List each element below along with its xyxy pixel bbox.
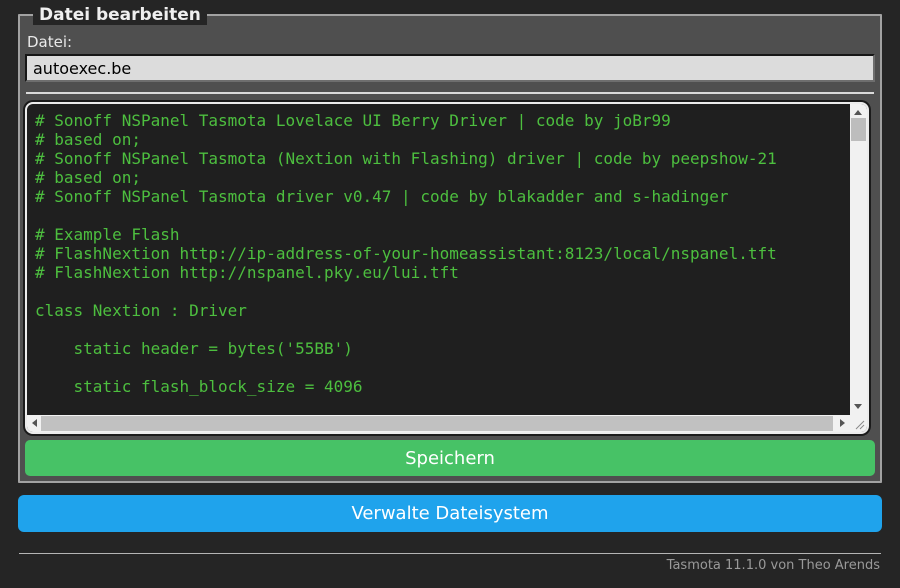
page: Datei bearbeiten Datei: # Sonoff NSPanel…: [0, 5, 900, 573]
file-content[interactable]: # Sonoff NSPanel Tasmota Lovelace UI Ber…: [35, 111, 841, 406]
file-label: Datei:: [27, 33, 73, 51]
scroll-up-icon[interactable]: [854, 110, 862, 115]
footer-divider: [19, 553, 881, 554]
footer-version: Tasmota 11.1.0 von Theo Arends: [666, 558, 880, 573]
scroll-left-icon[interactable]: [32, 419, 37, 427]
file-editor[interactable]: # Sonoff NSPanel Tasmota Lovelace UI Ber…: [25, 102, 869, 434]
file-name-input[interactable]: [25, 54, 875, 82]
vertical-scroll-thumb[interactable]: [851, 118, 866, 141]
horizontal-scrollbar[interactable]: [27, 415, 850, 432]
edit-file-fieldset: Datei bearbeiten Datei: # Sonoff NSPanel…: [18, 5, 882, 483]
fieldset-legend: Datei bearbeiten: [33, 5, 207, 25]
scroll-down-icon[interactable]: [854, 404, 862, 409]
save-button[interactable]: Speichern: [25, 440, 875, 476]
vertical-scrollbar[interactable]: [850, 104, 867, 415]
resize-grip-lines: [855, 420, 865, 430]
scroll-right-icon[interactable]: [840, 419, 845, 427]
horizontal-scroll-thumb[interactable]: [41, 416, 833, 431]
manage-filesystem-button[interactable]: Verwalte Dateisystem: [18, 495, 882, 532]
resize-grip-icon[interactable]: [850, 415, 867, 432]
divider: [26, 92, 874, 94]
